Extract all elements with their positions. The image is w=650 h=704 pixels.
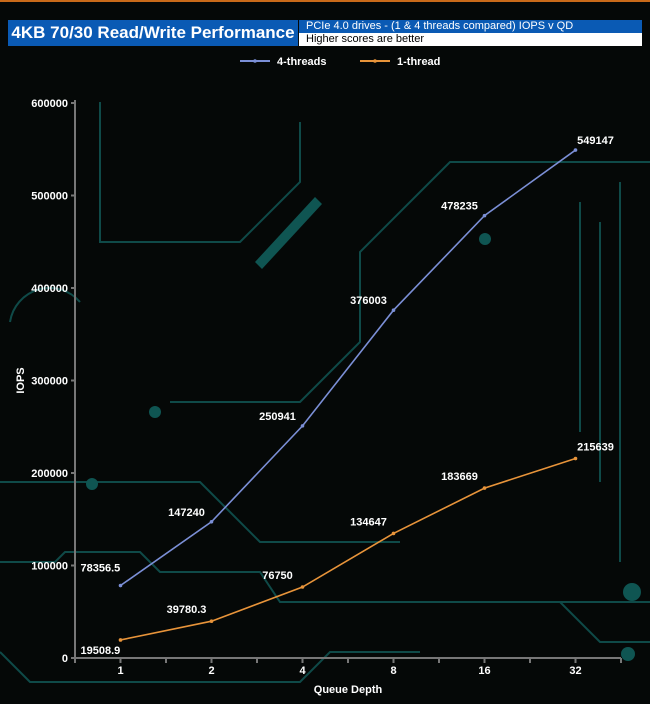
line-chart: 0 100000 200000 300000 400000 500000 600000 1 2 4…	[15, 56, 622, 696]
y-tick-label: 500000	[31, 191, 68, 203]
x-tick-label: 2	[208, 665, 214, 677]
y-tick-label: 400000	[31, 283, 68, 295]
y-axis-label: IOPS	[15, 367, 27, 393]
y-tick-label: 0	[62, 653, 68, 665]
x-tick-label: 32	[569, 665, 581, 677]
data-label: 478235	[441, 201, 478, 213]
data-label: 39780.3	[167, 604, 207, 616]
data-point	[482, 213, 487, 218]
data-point	[482, 486, 487, 490]
x-tick-label: 16	[478, 665, 490, 677]
data-point	[573, 456, 578, 461]
y-tick-label: 200000	[31, 468, 68, 480]
chart-container: 4KB 70/30 Read/Write Performance PCIe 4.…	[0, 0, 650, 704]
data-point	[391, 531, 396, 536]
data-point	[118, 638, 123, 642]
data-label: 215639	[577, 442, 614, 454]
legend-marker	[373, 59, 377, 63]
data-label: 147240	[168, 507, 205, 519]
data-point	[209, 619, 214, 624]
data-label: 134647	[350, 516, 387, 528]
data-label: 76750	[262, 570, 293, 582]
data-point	[300, 424, 305, 428]
data-point	[573, 148, 578, 152]
data-label: 549147	[577, 135, 614, 147]
x-axis-label: Queue Depth	[314, 684, 383, 696]
legend-label: 1-thread	[397, 56, 440, 68]
data-label: 183669	[441, 471, 478, 483]
legend-label: 4-threads	[277, 56, 327, 68]
x-tick-label: 4	[299, 665, 306, 677]
legend-marker	[253, 59, 257, 63]
x-tick-label: 1	[117, 665, 123, 677]
data-point	[391, 308, 396, 312]
data-label: 19508.9	[81, 645, 121, 657]
y-tick-label: 600000	[31, 98, 68, 110]
data-label: 250941	[259, 411, 296, 423]
x-tick-label: 8	[390, 665, 396, 677]
data-point	[300, 585, 305, 589]
data-point	[209, 520, 214, 524]
series-line-4-threads	[120, 149, 576, 587]
data-label: 376003	[350, 295, 387, 307]
y-tick-label: 300000	[31, 376, 68, 388]
data-point	[118, 583, 123, 588]
data-label: 78356.5	[81, 563, 121, 575]
y-tick-label: 100000	[31, 561, 68, 573]
